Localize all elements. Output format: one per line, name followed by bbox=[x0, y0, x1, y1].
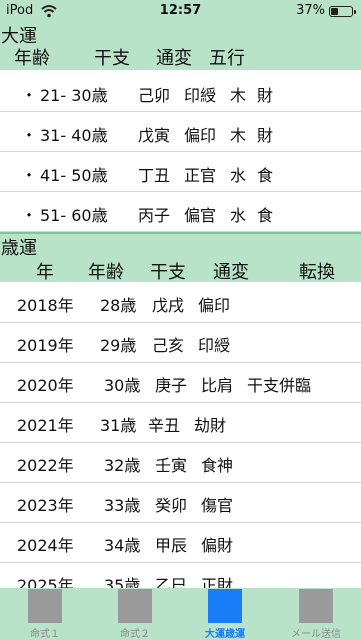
kanshi: 己亥 bbox=[152, 336, 185, 355]
tab-mail-send[interactable]: メール送信 bbox=[271, 588, 361, 640]
age: 29歳 bbox=[100, 336, 137, 355]
age-range: 41- 50歳 bbox=[40, 166, 108, 185]
kanshi: 辛丑 bbox=[148, 416, 181, 435]
daiun-col-tsuhen: 通変 bbox=[156, 48, 192, 69]
battery-icon bbox=[329, 6, 356, 17]
tsuhen: 偏印 bbox=[184, 126, 217, 145]
tab-daiun-saiun-icon bbox=[208, 589, 242, 623]
gogyo-relation: 財 bbox=[257, 126, 274, 145]
tsuhen: 偏官 bbox=[184, 206, 217, 225]
age: 31歳 bbox=[100, 416, 137, 435]
gogyo: 水 bbox=[230, 166, 247, 185]
kanshi: 丁丑 bbox=[138, 166, 171, 185]
saiun-col-kanshi: 干支 bbox=[150, 262, 186, 283]
tsuhen: 偏財 bbox=[201, 536, 234, 555]
year: 2022年 bbox=[17, 456, 74, 475]
kanshi: 丙子 bbox=[138, 206, 171, 225]
kanshi: 庚子 bbox=[155, 376, 188, 395]
gogyo: 木 bbox=[230, 86, 247, 105]
kanshi: 戊寅 bbox=[138, 126, 171, 145]
daiun-row: ・ 21- 30歳 己卯 印綬 木 財 bbox=[0, 72, 361, 112]
gogyo: 水 bbox=[230, 206, 247, 225]
year: 2019年 bbox=[17, 336, 74, 355]
daiun-col-age: 年齢 bbox=[14, 48, 50, 69]
year-row: 2020年 30歳 庚子 比肩 干支併臨 bbox=[0, 363, 361, 403]
kanshi: 戊戌 bbox=[152, 296, 185, 315]
age: 30歳 bbox=[104, 376, 141, 395]
tsuhen: 正官 bbox=[184, 166, 217, 185]
kanshi: 壬寅 bbox=[155, 456, 188, 475]
bullet: ・ bbox=[21, 166, 38, 185]
saiun-col-tsuhen: 通変 bbox=[213, 262, 249, 283]
tab-mail-send-icon bbox=[299, 589, 333, 623]
tsuhen: 印綬 bbox=[184, 86, 217, 105]
year: 2018年 bbox=[17, 296, 74, 315]
bullet: ・ bbox=[21, 206, 38, 225]
tab-bar: 命式１ 命式２ 大運歳運 メール送信 bbox=[0, 588, 361, 640]
year-row: 2024年 34歳 甲辰 偏財 bbox=[0, 523, 361, 563]
gogyo-relation: 財 bbox=[257, 86, 274, 105]
saiun-title: 歳運 bbox=[1, 238, 37, 259]
year: 2020年 bbox=[17, 376, 74, 395]
daiun-col-kanshi: 干支 bbox=[94, 48, 130, 69]
tsuhen: 劫財 bbox=[194, 416, 227, 435]
tab-daiun-saiun[interactable]: 大運歳運 bbox=[180, 588, 270, 640]
age: 33歳 bbox=[104, 496, 141, 515]
tsuhen: 食神 bbox=[201, 456, 234, 475]
gogyo: 木 bbox=[230, 126, 247, 145]
kanshi: 癸卯 bbox=[155, 496, 188, 515]
age: 34歳 bbox=[104, 536, 141, 555]
tenkan: 干支併臨 bbox=[247, 376, 312, 395]
saiun-col-year: 年 bbox=[36, 262, 54, 283]
year-row: 2022年 32歳 壬寅 食神 bbox=[0, 443, 361, 483]
year-row: 2019年 29歳 己亥 印綬 bbox=[0, 323, 361, 363]
tsuhen: 印綬 bbox=[198, 336, 231, 355]
daiun-row: ・ 31- 40歳 戊寅 偏印 木 財 bbox=[0, 112, 361, 152]
bullet: ・ bbox=[21, 126, 38, 145]
tab-meishiki-2-icon bbox=[118, 589, 152, 623]
year: 2021年 bbox=[17, 416, 74, 435]
daiun-header: 大運 年齢 干支 通変 五行 bbox=[0, 22, 361, 70]
tab-meishiki-1-icon bbox=[28, 589, 62, 623]
age: 28歳 bbox=[100, 296, 137, 315]
tsuhen: 比肩 bbox=[201, 376, 234, 395]
year-row: 2023年 33歳 癸卯 傷官 bbox=[0, 483, 361, 523]
daiun-row: ・ 41- 50歳 丁丑 正官 水 食 bbox=[0, 152, 361, 192]
tsuhen: 傷官 bbox=[201, 496, 234, 515]
daiun-col-gogyo: 五行 bbox=[209, 48, 245, 69]
kanshi: 甲辰 bbox=[155, 536, 188, 555]
bullet: ・ bbox=[21, 86, 38, 105]
age-range: 31- 40歳 bbox=[40, 126, 108, 145]
tab-meishiki-1[interactable]: 命式１ bbox=[0, 588, 90, 640]
tab-label: 命式２ bbox=[120, 629, 150, 640]
age-range: 51- 60歳 bbox=[40, 206, 108, 225]
tab-label: メール送信 bbox=[291, 629, 341, 640]
year-row: 2018年 28歳 戊戌 偏印 bbox=[0, 283, 361, 323]
age: 32歳 bbox=[104, 456, 141, 475]
saiun-header: 歳運 年 年齢 干支 通変 転換 bbox=[0, 232, 361, 283]
daiun-row: ・ 51- 60歳 丙子 偏官 水 食 bbox=[0, 192, 361, 232]
battery-percent: 37% bbox=[296, 3, 325, 18]
tab-label: 命式１ bbox=[30, 629, 60, 640]
tab-meishiki-2[interactable]: 命式２ bbox=[90, 588, 180, 640]
gogyo-relation: 食 bbox=[257, 166, 274, 185]
kanshi: 己卯 bbox=[138, 86, 171, 105]
year: 2023年 bbox=[17, 496, 74, 515]
age-range: 21- 30歳 bbox=[40, 86, 108, 105]
saiun-col-tenkan: 転換 bbox=[299, 262, 335, 283]
gogyo-relation: 食 bbox=[257, 206, 274, 225]
year-row: 2021年 31歳 辛丑 劫財 bbox=[0, 403, 361, 443]
tsuhen: 偏印 bbox=[198, 296, 231, 315]
saiun-col-age: 年齢 bbox=[88, 262, 124, 283]
tab-label: 大運歳運 bbox=[205, 629, 245, 640]
year: 2024年 bbox=[17, 536, 74, 555]
status-bar: iPod 12:57 37% bbox=[0, 0, 361, 22]
